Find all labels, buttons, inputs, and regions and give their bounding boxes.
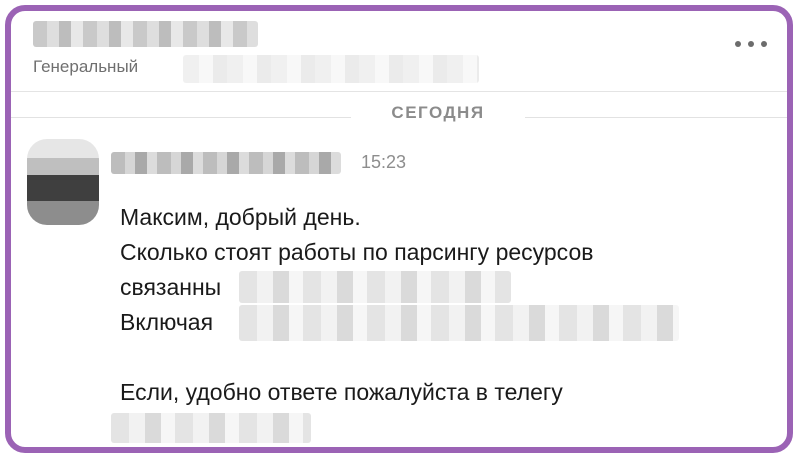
chat-window: Генеральный СЕГОДНЯ 15:23 Максим, добрый… xyxy=(5,5,793,453)
message-line: Максим, добрый день. xyxy=(120,204,361,230)
date-separator: СЕГОДНЯ xyxy=(391,103,485,122)
message-line: Включая xyxy=(120,309,214,335)
blurred-contact-name[interactable] xyxy=(33,21,258,47)
message-line: связанны xyxy=(120,274,222,300)
chat-header: Генеральный xyxy=(11,11,787,92)
date-separator-line-left xyxy=(11,117,351,118)
dot xyxy=(735,41,741,47)
blurred-message-text xyxy=(239,305,679,341)
contact-subtitle: Генеральный xyxy=(33,57,139,76)
blurred-subtitle-text xyxy=(183,55,479,83)
more-horizontal-icon[interactable] xyxy=(735,37,775,51)
blurred-message-text xyxy=(239,271,511,303)
blurred-author-name[interactable] xyxy=(111,152,341,174)
message-line: Сколько стоят работы по парсингу ресурсо… xyxy=(120,239,594,265)
blurred-contact-handle xyxy=(111,413,311,443)
message-line: Если, удобно ответе пожалуйста в телегу xyxy=(120,379,563,405)
message-time: 15:23 xyxy=(361,152,407,172)
dot xyxy=(761,41,767,47)
date-separator-line-right xyxy=(525,117,787,118)
avatar[interactable] xyxy=(27,139,99,225)
dot xyxy=(748,41,754,47)
